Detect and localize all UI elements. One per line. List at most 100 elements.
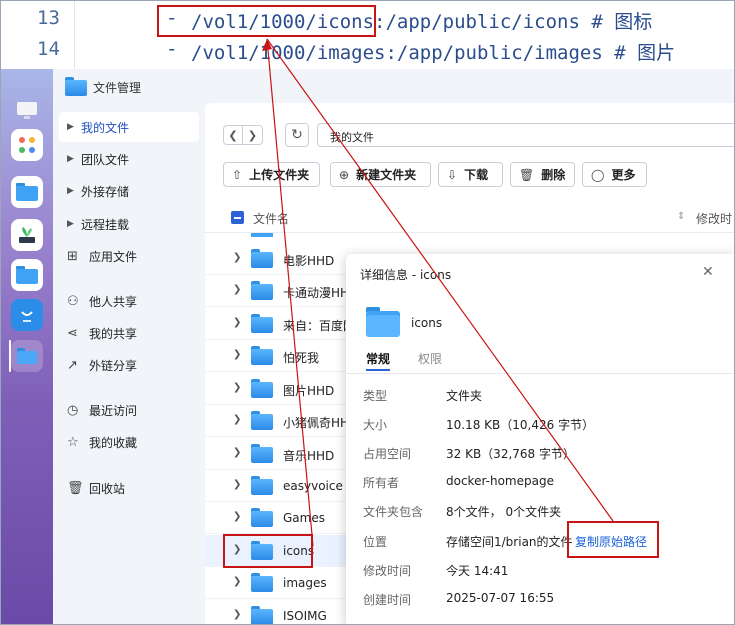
prop-label: 所有者 xyxy=(363,476,400,490)
prop-contents: 文件夹包含 8个文件， 0个文件夹 xyxy=(346,503,734,523)
screenshot-frame: 13 - /vol1/1000/icons:/app/public/icons … xyxy=(0,0,735,625)
expand-chevron-icon[interactable]: ❯ xyxy=(233,349,241,360)
sidebar-item-favorites[interactable]: ☆ 我的收藏 xyxy=(59,427,199,457)
expand-chevron-icon[interactable]: ❯ xyxy=(233,609,241,620)
prop-label: 大小 xyxy=(363,418,388,432)
code-comment: # 图标 xyxy=(591,11,653,33)
dialog-title: 详细信息 - icons xyxy=(360,268,452,282)
file-name: ISOIMG xyxy=(283,609,327,623)
caret-right-icon: ▶ xyxy=(67,219,74,229)
folder-icon xyxy=(251,573,273,593)
expand-chevron-icon[interactable]: ❯ xyxy=(233,414,241,425)
prop-label: 修改时间 xyxy=(363,564,412,578)
caret-right-icon: ▶ xyxy=(67,122,74,132)
path-bar[interactable]: 我的文件 xyxy=(317,123,734,147)
monitor-icon[interactable] xyxy=(11,95,43,127)
sidebar-item-my-shares[interactable]: ⋖ 我的共享 xyxy=(59,318,199,348)
tab-permissions[interactable]: 权限 xyxy=(418,350,442,367)
prop-location: 位置 存储空间1/brian的文件 xyxy=(346,533,734,553)
expand-chevron-icon[interactable]: ❯ xyxy=(233,447,241,458)
back-button[interactable]: ❮ xyxy=(223,125,243,145)
refresh-icon: ↻ xyxy=(291,127,303,143)
folder-icon xyxy=(251,476,273,496)
host-path: /vol1/1000/images: xyxy=(191,42,397,64)
download-label: 下载 xyxy=(464,168,489,182)
expand-chevron-icon[interactable]: ❯ xyxy=(233,382,241,393)
folder-icon xyxy=(251,379,273,399)
star-icon: ☆ xyxy=(67,434,79,450)
new-folder-icon: ⊕ xyxy=(339,167,350,182)
upload-icon: ⇧ xyxy=(232,167,243,182)
caret-right-icon: ▶ xyxy=(67,154,74,164)
new-folder-button[interactable]: ⊕ 新建文件夹 xyxy=(330,162,431,187)
sidebar-item-app-files[interactable]: ⊞ 应用文件 xyxy=(59,241,199,271)
file-name: 电影HHD xyxy=(283,254,335,268)
col-name-header[interactable]: 文件名 xyxy=(253,210,289,227)
select-all-checkbox[interactable] xyxy=(231,211,244,224)
chevron-left-icon: ❮ xyxy=(228,128,238,142)
app-title: 文件管理 xyxy=(93,81,142,95)
delete-button[interactable]: 🗑 删除 xyxy=(510,162,575,187)
sidebar-item-my-files[interactable]: ▶ 我的文件 xyxy=(59,112,199,142)
file-name: 来自：百度网 xyxy=(283,319,356,333)
prop-modified: 修改时间 今天 14:41 xyxy=(346,562,734,582)
container-path: /app/public/images xyxy=(396,42,603,64)
folder-icon xyxy=(251,281,273,301)
prop-disk-usage: 占用空间 32 KB（32,768 字节） xyxy=(346,445,734,465)
folder-icon[interactable] xyxy=(11,340,43,372)
tab-general[interactable]: 常规 xyxy=(366,350,390,367)
partial-folder-icon xyxy=(251,233,273,239)
sidebar-item-label: 我的文件 xyxy=(81,120,130,135)
expand-chevron-icon[interactable]: ❯ xyxy=(233,511,241,522)
sidebar-item-label: 回收站 xyxy=(89,481,126,496)
folder-icon xyxy=(251,346,273,366)
download-button[interactable]: ⇩ 下载 xyxy=(438,162,503,187)
prop-value: 8个文件， 0个文件夹 xyxy=(446,505,562,519)
file-manager-icon[interactable] xyxy=(11,176,43,208)
grid-icon: ⊞ xyxy=(67,248,78,264)
annotation-box-host-path xyxy=(157,5,376,37)
sidebar-item-label: 他人共享 xyxy=(89,294,138,309)
expand-chevron-icon[interactable]: ❯ xyxy=(233,284,241,295)
chat-icon[interactable] xyxy=(11,299,43,331)
clock-icon: ◷ xyxy=(67,402,79,418)
expand-chevron-icon[interactable]: ❯ xyxy=(233,252,241,263)
sort-icon[interactable]: ⇕ xyxy=(677,211,685,222)
folder-icon xyxy=(251,411,273,431)
sidebar-item-link-shares[interactable]: ↗ 外链分享 xyxy=(59,350,199,380)
more-button[interactable]: ◯ 更多 xyxy=(582,162,647,187)
prop-created: 创建时间 2025-07-07 16:55 xyxy=(346,591,734,611)
file-name: 小猪佩奇HH xyxy=(283,416,350,430)
sidebar-item-label: 外链分享 xyxy=(89,358,138,373)
prop-value: 今天 14:41 xyxy=(446,564,509,578)
refresh-button[interactable]: ↻ xyxy=(285,123,309,147)
sidebar-item-remote-mount[interactable]: ▶ 远程挂载 xyxy=(59,209,199,239)
new-folder-label: 新建文件夹 xyxy=(356,168,417,182)
annotation-box-copy-path xyxy=(567,521,659,558)
sidebar-item-external-storage[interactable]: ▶ 外接存储 xyxy=(59,176,199,206)
sidebar-item-shared-with-me[interactable]: ⚇ 他人共享 xyxy=(59,286,199,316)
line-number: 13 xyxy=(37,7,60,29)
expand-chevron-icon[interactable]: ❯ xyxy=(233,479,241,490)
prop-label: 文件夹包含 xyxy=(363,505,424,519)
app-folder-icon xyxy=(65,77,87,96)
details-dialog: 详细信息 - icons ✕ icons 常规 权限 类型 文件夹 大小 10.18… xyxy=(346,254,734,624)
sidebar-item-recent[interactable]: ◷ 最近访问 xyxy=(59,395,199,425)
dialog-folder-icon xyxy=(366,307,400,341)
files-icon[interactable] xyxy=(11,259,43,291)
close-icon[interactable]: ✕ xyxy=(702,264,714,280)
upload-folder-button[interactable]: ⇧ 上传文件夹 xyxy=(223,162,320,187)
apps-icon[interactable] xyxy=(11,129,43,161)
window-titlebar: 文件管理 xyxy=(53,69,734,103)
expand-chevron-icon[interactable]: ❯ xyxy=(233,317,241,328)
col-modified-header[interactable]: 修改时 xyxy=(696,210,732,227)
expand-chevron-icon[interactable]: ❯ xyxy=(233,576,241,587)
sidebar-item-trash[interactable]: 🗑 回收站 xyxy=(59,473,199,503)
prop-value: docker-homepage xyxy=(446,474,554,488)
prop-label: 创建时间 xyxy=(363,593,412,607)
sidebar-item-label: 远程挂载 xyxy=(81,217,130,232)
sidebar-item-team-files[interactable]: ▶ 团队文件 xyxy=(59,144,199,174)
plant-icon[interactable] xyxy=(11,219,43,251)
line-number: 14 xyxy=(37,38,60,60)
forward-button[interactable]: ❯ xyxy=(243,125,263,145)
